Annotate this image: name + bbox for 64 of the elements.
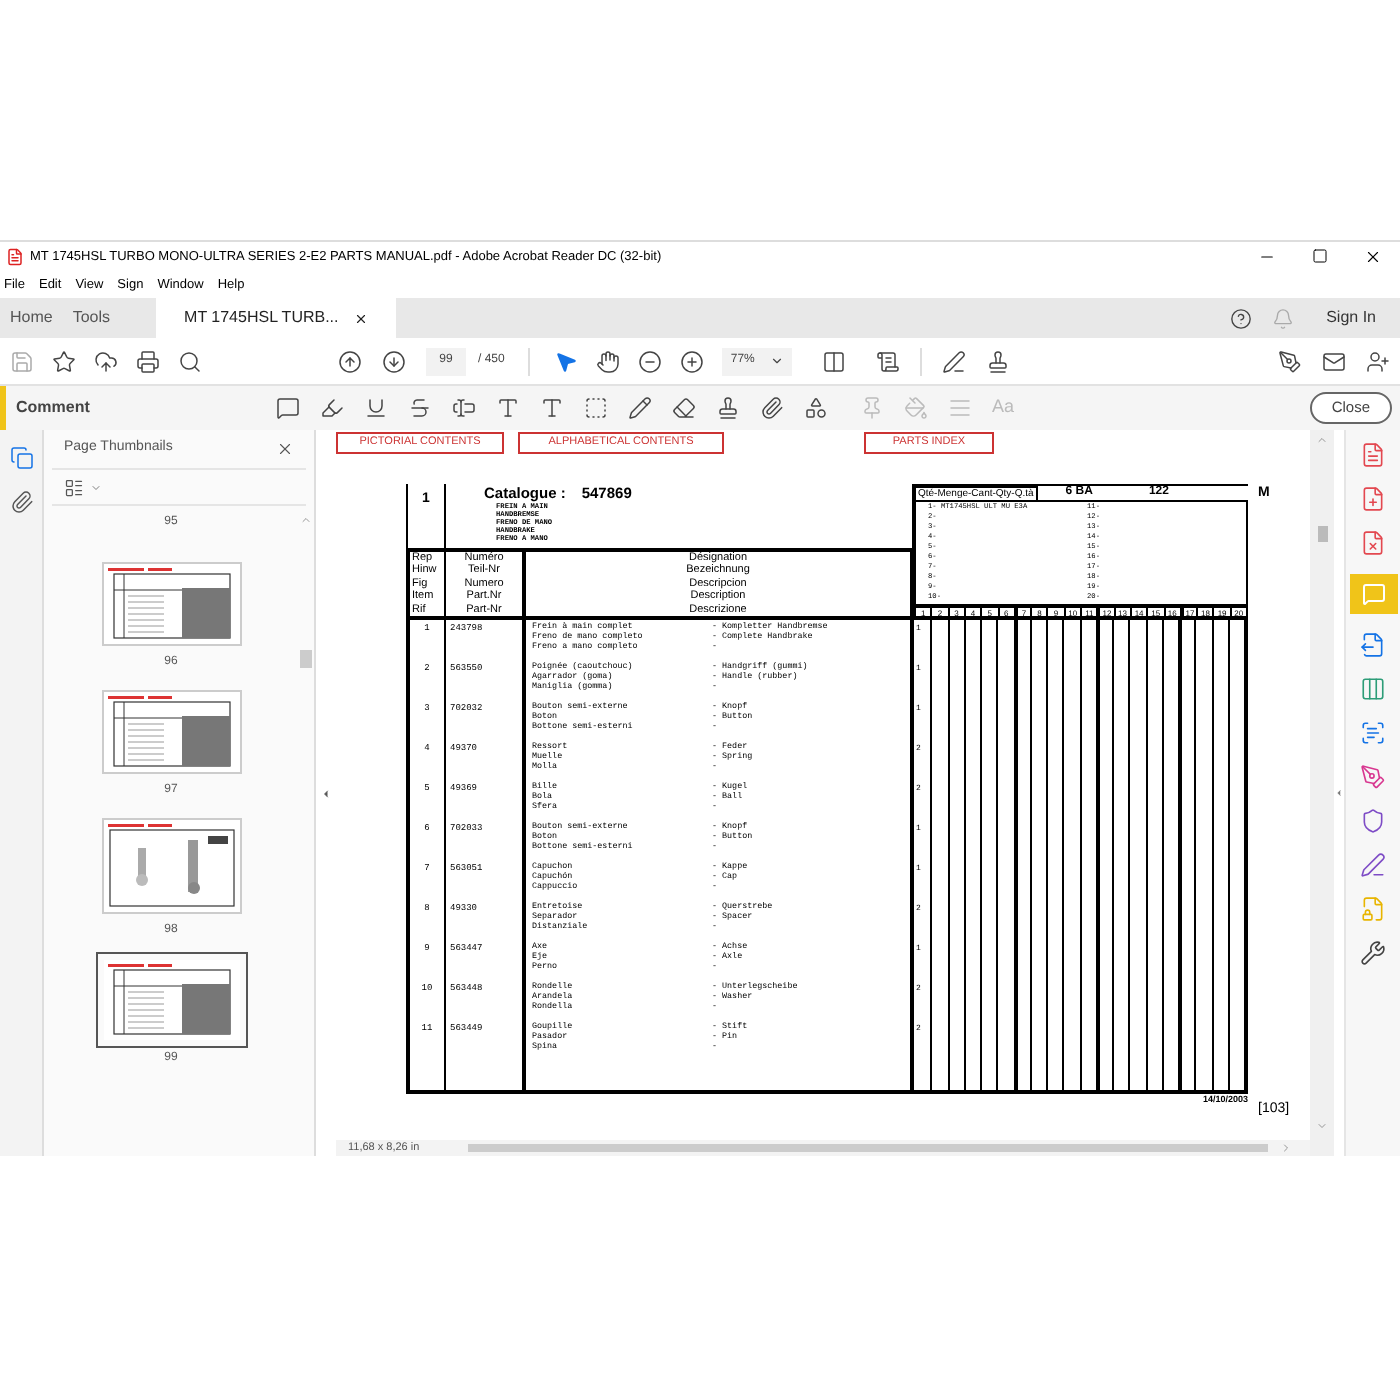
text-box-icon[interactable] bbox=[584, 396, 608, 420]
underline-icon[interactable] bbox=[364, 396, 388, 420]
tab[interactable]: MT 1745HSL TURB... bbox=[156, 298, 397, 338]
next-page-icon[interactable] bbox=[382, 349, 406, 373]
fill-sign-icon[interactable] bbox=[1360, 764, 1386, 790]
text-icon[interactable] bbox=[540, 396, 564, 420]
page-thumbnail[interactable] bbox=[103, 692, 239, 772]
sticky-note-icon[interactable] bbox=[276, 396, 300, 420]
export-pdf-icon[interactable] bbox=[1360, 530, 1386, 556]
tab[interactable]: Home bbox=[0, 298, 63, 338]
tab-close-icon[interactable] bbox=[354, 311, 369, 325]
app-icon bbox=[6, 248, 24, 266]
comment-label: Comment bbox=[16, 396, 92, 420]
text-replace-icon[interactable] bbox=[452, 396, 476, 420]
star-icon[interactable] bbox=[52, 349, 76, 373]
print-icon[interactable] bbox=[136, 349, 160, 373]
strikethrough-icon[interactable] bbox=[408, 396, 432, 420]
scan-icon[interactable] bbox=[1360, 720, 1386, 746]
scroll-mode-icon[interactable] bbox=[876, 349, 901, 373]
pointer-icon[interactable] bbox=[554, 349, 579, 373]
maximize-icon[interactable] bbox=[1312, 248, 1328, 264]
collapse-icon[interactable] bbox=[320, 787, 332, 799]
stamp-icon[interactable] bbox=[716, 396, 740, 420]
mail-icon[interactable] bbox=[1322, 349, 1346, 373]
stamp-icon[interactable] bbox=[986, 349, 1011, 373]
paperclip-icon[interactable] bbox=[9, 490, 33, 514]
comment-icon bbox=[1361, 582, 1385, 606]
search-icon[interactable] bbox=[178, 349, 202, 373]
edit-pdf-icon[interactable] bbox=[1360, 486, 1386, 512]
tab[interactable]: Tools bbox=[62, 298, 121, 338]
sign-icon[interactable] bbox=[942, 349, 967, 373]
thumbnails-icon[interactable] bbox=[9, 446, 33, 470]
zoom-in-icon[interactable] bbox=[680, 349, 705, 373]
page-thumbnail[interactable] bbox=[103, 820, 239, 912]
paperclip-icon[interactable] bbox=[760, 396, 784, 420]
zoom-out-icon[interactable] bbox=[638, 349, 663, 373]
expand-icon[interactable] bbox=[1334, 788, 1344, 798]
insert-text-icon[interactable] bbox=[496, 396, 520, 420]
protect-icon[interactable] bbox=[1360, 808, 1386, 834]
eraser-icon[interactable] bbox=[672, 396, 696, 420]
combine-files-icon[interactable] bbox=[1360, 632, 1386, 658]
close-icon[interactable] bbox=[1364, 248, 1382, 266]
create-pdf-icon[interactable] bbox=[1360, 442, 1386, 468]
tools-icon[interactable] bbox=[1360, 940, 1386, 966]
highlighter-icon[interactable] bbox=[320, 396, 344, 420]
help-icon[interactable] bbox=[1230, 307, 1253, 329]
scrollbar-thumb[interactable] bbox=[1317, 526, 1327, 542]
options-icon[interactable] bbox=[64, 477, 84, 497]
pencil-icon[interactable] bbox=[628, 396, 652, 420]
close-icon[interactable] bbox=[276, 440, 294, 458]
cloud-upload-icon[interactable] bbox=[94, 349, 118, 373]
caret-icon bbox=[770, 354, 785, 368]
sign-in-button[interactable]: Sign In bbox=[1326, 306, 1376, 330]
horizontal-scrollbar[interactable] bbox=[468, 1144, 1268, 1152]
shapes-icon[interactable] bbox=[804, 396, 828, 420]
page-layout-icon[interactable] bbox=[822, 349, 847, 373]
organize-pages-icon[interactable] bbox=[1360, 676, 1386, 702]
scrollbar-thumb[interactable] bbox=[300, 650, 312, 668]
signature-icon[interactable] bbox=[1360, 852, 1386, 878]
previous-page-icon[interactable] bbox=[338, 349, 362, 373]
pen-icon[interactable] bbox=[1278, 349, 1302, 373]
add-user-icon[interactable] bbox=[1366, 349, 1390, 373]
hand-icon[interactable] bbox=[596, 349, 621, 373]
page-thumbnail[interactable] bbox=[103, 564, 239, 644]
